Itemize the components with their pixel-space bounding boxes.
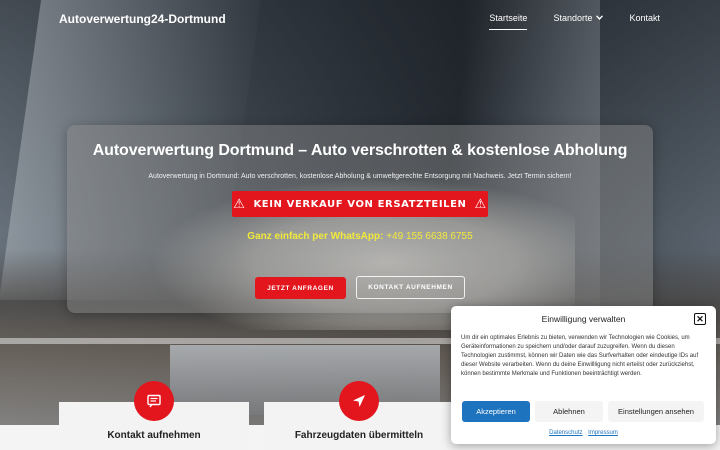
navigation-arrow-icon — [339, 381, 379, 421]
whatsapp-label: Ganz einfach per WhatsApp: — [247, 231, 384, 242]
privacy-link[interactable]: Datenschutz — [549, 430, 582, 436]
nav-item-standorte[interactable]: Standorte — [553, 13, 604, 23]
deny-button[interactable]: Ablehnen — [535, 401, 603, 422]
warning-text: KEIN VERKAUF VON ERSATZTEILEN — [253, 198, 467, 210]
close-icon[interactable]: ✕ — [694, 313, 706, 325]
whatsapp-line: Ganz einfach per WhatsApp: +49 155 6638 … — [67, 231, 653, 242]
hero-title: Autoverwertung Dortmund – Auto verschrot… — [92, 142, 628, 159]
contact-button[interactable]: KONTAKT AUFNEHMEN — [356, 276, 465, 299]
nav-item-startseite[interactable]: Startseite — [489, 13, 528, 30]
main-nav: Startseite Standorte Kontakt — [489, 13, 660, 30]
nav-label: Startseite — [489, 13, 528, 23]
message-icon — [134, 381, 174, 421]
consent-links: Datenschutz Impressum — [451, 430, 716, 436]
request-now-button[interactable]: JETZT ANFRAGEN — [255, 277, 346, 299]
nav-item-kontakt[interactable]: Kontakt — [629, 13, 660, 23]
hero-subtitle: Autoverwertung in Dortmund: Auto verschr… — [148, 173, 572, 180]
cookie-consent-dialog: Einwilligung verwalten ✕ Um dir ein opti… — [451, 306, 716, 444]
chevron-down-icon — [596, 14, 604, 22]
warning-icon: ⚠ — [233, 196, 246, 212]
site-brand[interactable]: Autoverwertung24-Dortmund — [59, 12, 226, 26]
hero-panel: Autoverwertung Dortmund – Auto verschrot… — [67, 125, 653, 313]
site-header: Autoverwertung24-Dortmund Startseite Sta… — [0, 0, 720, 40]
view-settings-button[interactable]: Einstellungen ansehen — [608, 401, 704, 422]
consent-text: Um dir ein optimales Erlebnis zu bieten,… — [461, 335, 699, 377]
accept-button[interactable]: Akzeptieren — [462, 401, 530, 422]
no-parts-warning-banner: ⚠ KEIN VERKAUF VON ERSATZTEILEN ⚠ — [232, 191, 488, 217]
whatsapp-number-link[interactable]: +49 155 6638 6755 — [386, 231, 472, 242]
nav-label: Kontakt — [629, 13, 660, 23]
consent-title: Einwilligung verwalten — [541, 314, 626, 324]
nav-label: Standorte — [553, 13, 593, 23]
warning-icon: ⚠ — [474, 196, 487, 212]
imprint-link[interactable]: Impressum — [588, 430, 618, 436]
feature-title: Fahrzeugdaten übermitteln — [294, 430, 424, 441]
feature-title: Kontakt aufnehmen — [107, 430, 201, 441]
